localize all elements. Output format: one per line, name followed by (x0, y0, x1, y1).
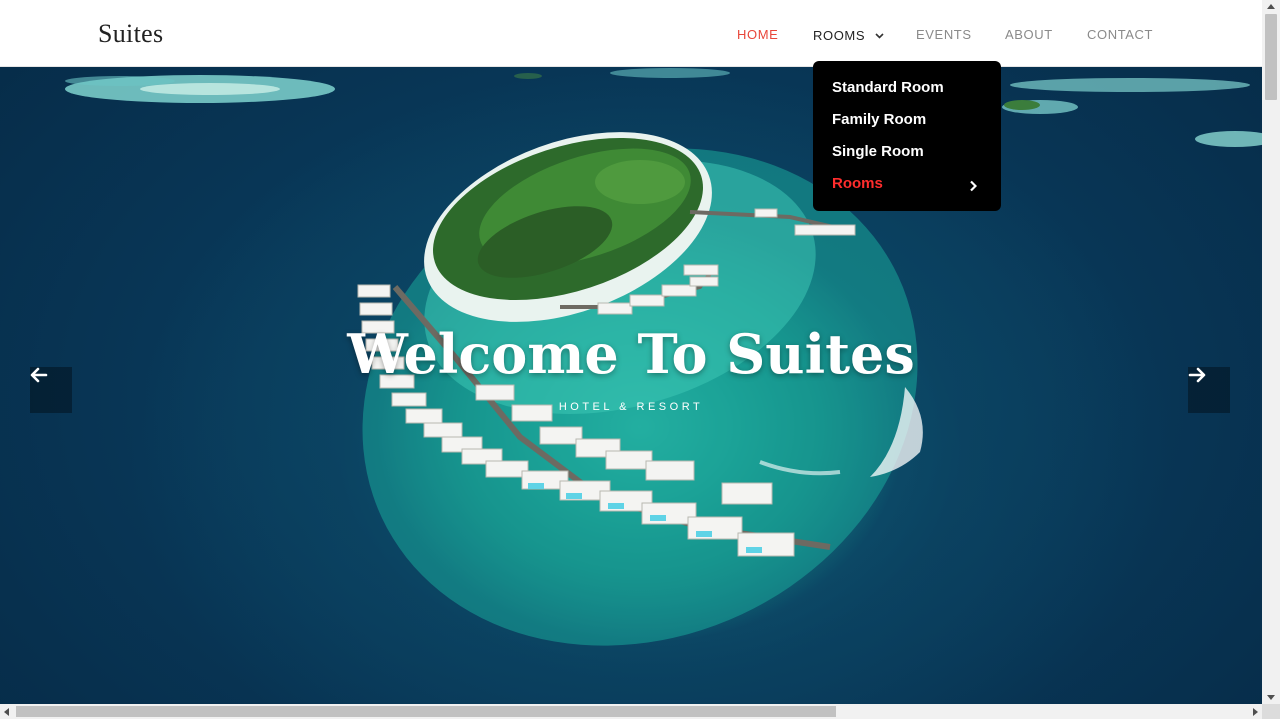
scroll-left-icon[interactable] (4, 708, 9, 716)
dropdown-item-single-room[interactable]: Single Room (813, 141, 1001, 173)
vertical-scrollbar-thumb[interactable] (1265, 14, 1277, 100)
scroll-up-icon[interactable] (1267, 4, 1275, 9)
nav-rooms[interactable]: ROOMS (813, 27, 884, 43)
nav-rooms-label: ROOMS (813, 28, 866, 43)
nav-home[interactable]: HOME (737, 27, 778, 42)
nav-about[interactable]: ABOUT (1005, 27, 1053, 42)
horizontal-scrollbar-thumb[interactable] (16, 706, 836, 717)
scrollbar-corner (1262, 704, 1280, 719)
hero-subtitle: HOTEL & RESORT (558, 401, 704, 413)
slider-next-button[interactable] (1188, 367, 1230, 413)
slider-prev-button[interactable] (30, 367, 72, 413)
horizontal-scrollbar[interactable] (0, 704, 1262, 719)
nav-events[interactable]: EVENTS (916, 27, 972, 42)
hero-slider: Welcome To Suites HOTEL & RESORT (0, 67, 1262, 704)
dropdown-item-rooms[interactable]: Rooms (813, 173, 1001, 205)
vertical-scrollbar[interactable] (1262, 0, 1280, 704)
rooms-dropdown-menu: Standard Room Family Room Single Room Ro… (813, 61, 1001, 211)
site-header: Suites HOME ROOMS EVENTS ABOUT CONTACT (0, 0, 1262, 67)
main-nav: HOME ROOMS EVENTS ABOUT CONTACT (0, 0, 1262, 67)
nav-contact[interactable]: CONTACT (1087, 27, 1153, 42)
dropdown-item-rooms-label: Rooms (832, 175, 883, 192)
chevron-right-icon (969, 177, 978, 199)
hero-title: Welcome To Suites (347, 322, 915, 386)
dropdown-item-family-room[interactable]: Family Room (813, 109, 1001, 141)
scroll-down-icon[interactable] (1267, 695, 1275, 700)
dropdown-item-standard-room[interactable]: Standard Room (813, 77, 1001, 109)
scroll-right-icon[interactable] (1253, 708, 1258, 716)
chevron-down-icon (875, 27, 884, 42)
